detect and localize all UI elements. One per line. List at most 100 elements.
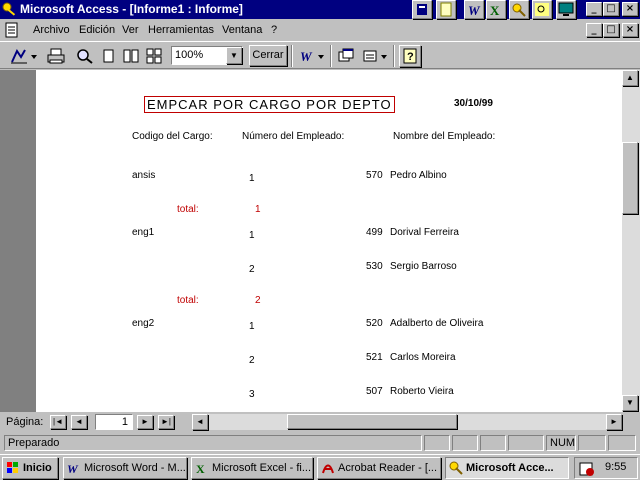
title-bar[interactable]: Microsoft Access - [Informe1 : Informe] … <box>0 0 640 19</box>
menu-ver[interactable]: Ver <box>122 24 139 36</box>
help-icon[interactable]: ? <box>399 45 421 67</box>
row-name: Roberto Vieira <box>390 386 454 397</box>
group-cargo: ansis <box>132 170 156 181</box>
toolbar-separator <box>393 45 395 67</box>
row-number: 520 <box>366 318 383 329</box>
first-page-button[interactable]: |◄ <box>50 415 66 429</box>
excel-icon[interactable]: X <box>486 0 506 19</box>
scroll-down-arrow-icon[interactable]: ▼ <box>622 395 638 411</box>
row-seq: 2 <box>249 355 255 366</box>
zoom-magnifier-icon[interactable] <box>74 45 96 67</box>
last-page-button[interactable]: ►| <box>158 415 174 429</box>
svg-text:W: W <box>468 3 481 18</box>
scroll-left-arrow-icon[interactable]: ◄ <box>192 414 208 430</box>
toolbar-separator <box>291 45 293 67</box>
header-nombre: Nombre del Empleado: <box>393 131 496 142</box>
vertical-scrollbar[interactable]: ▲ ▼ <box>622 70 640 412</box>
total-label: total: <box>177 204 199 215</box>
page-number-input[interactable]: 1 <box>95 414 133 430</box>
chevron-down-icon[interactable]: ▼ <box>226 47 242 64</box>
scroll-right-arrow-icon[interactable]: ► <box>606 414 622 430</box>
group-cargo: eng1 <box>132 227 155 238</box>
menu-herramientas[interactable]: Herramientas <box>148 24 214 36</box>
page-navigation-bar: Página: |◄ ◄ 1 ► ►| ◄ ► <box>0 413 640 431</box>
report-date: 30/10/99 <box>454 98 493 109</box>
toolbar-separator <box>330 45 332 67</box>
scheduler-icon[interactable] <box>579 461 595 480</box>
start-label: Inicio <box>23 462 52 474</box>
notepad-icon[interactable] <box>436 0 456 19</box>
report-preview-area[interactable]: EMPCAR POR CARGO POR DEPTO 30/10/99 Codi… <box>0 70 622 412</box>
row-name: Dorival Ferreira <box>390 227 459 238</box>
report-title: EMPCAR POR CARGO POR DEPTO <box>144 96 395 113</box>
status-indicator <box>452 435 478 451</box>
row-seq: 2 <box>249 264 255 275</box>
status-indicator <box>578 435 606 451</box>
printer-icon[interactable] <box>45 45 67 67</box>
previous-page-button[interactable]: ◄ <box>71 415 87 429</box>
view-design-icon[interactable] <box>8 45 38 67</box>
task-word-label: Microsoft Word - M... <box>84 462 186 474</box>
task-access[interactable]: Microsoft Acce... <box>445 457 569 479</box>
task-word[interactable]: W Microsoft Word - M... <box>63 457 187 479</box>
vertical-scroll-thumb[interactable] <box>622 142 638 214</box>
one-page-icon[interactable] <box>97 45 119 67</box>
row-number: 530 <box>366 261 383 272</box>
group-cargo: eng2 <box>132 318 155 329</box>
row-name: Carlos Moreira <box>390 352 456 363</box>
status-indicator <box>424 435 450 451</box>
horizontal-scrollbar[interactable]: ◄ ► <box>192 414 622 430</box>
menu-edicion[interactable]: Edición <box>79 24 115 36</box>
doc-restore-button[interactable]: □ <box>603 23 619 37</box>
access-key-icon[interactable] <box>2 2 18 17</box>
page-label: Página: <box>6 416 44 428</box>
status-indicator <box>480 435 506 451</box>
header-numero: Número del Empleado: <box>242 131 345 142</box>
scroll-up-arrow-icon[interactable]: ▲ <box>622 70 638 86</box>
two-pages-icon[interactable] <box>120 45 142 67</box>
task-excel-label: Microsoft Excel - fi... <box>212 462 312 474</box>
access-key-icon <box>449 461 463 475</box>
horizontal-scroll-thumb[interactable] <box>287 414 457 429</box>
doc-close-button[interactable]: × <box>622 23 638 37</box>
total-value: 1 <box>255 204 261 215</box>
doc-minimize-button[interactable]: _ <box>586 23 602 37</box>
zoom-select[interactable]: 100% ▼ <box>171 46 243 65</box>
row-seq: 1 <box>249 173 255 184</box>
menu-ventana[interactable]: Ventana <box>222 24 262 36</box>
row-number: 499 <box>366 227 383 238</box>
office-bar-icon[interactable] <box>412 0 432 19</box>
database-window-icon[interactable] <box>335 45 357 67</box>
menu-bar: Archivo Edición Ver Herramientas Ventana… <box>0 20 640 40</box>
row-number: 521 <box>366 352 383 363</box>
close-button[interactable]: × <box>622 2 638 16</box>
monitor-icon[interactable] <box>556 0 576 19</box>
find-icon[interactable] <box>532 0 552 19</box>
task-excel[interactable]: X Microsoft Excel - fi... <box>191 457 313 479</box>
access-icon[interactable] <box>509 0 529 19</box>
total-label: total: <box>177 295 199 306</box>
row-number: 570 <box>366 170 383 181</box>
svg-text:X: X <box>490 3 500 18</box>
row-name: Sergio Barroso <box>390 261 457 272</box>
report-doc-icon[interactable] <box>3 22 21 41</box>
menu-archivo[interactable]: Archivo <box>33 24 70 36</box>
next-page-button[interactable]: ► <box>137 415 153 429</box>
taskbar: Inicio W Microsoft Word - M... X Microso… <box>0 454 640 480</box>
print-preview-toolbar: 100% ▼ Cerrar W ? <box>0 41 640 69</box>
close-preview-button[interactable]: Cerrar <box>249 45 287 66</box>
task-access-label: Microsoft Acce... <box>466 462 554 474</box>
start-button[interactable]: Inicio <box>2 457 58 479</box>
status-text: Preparado <box>4 435 422 451</box>
row-name: Pedro Albino <box>390 170 447 181</box>
office-links-icon[interactable]: W <box>297 45 327 67</box>
menu-help[interactable]: ? <box>271 24 277 36</box>
row-seq: 1 <box>249 321 255 332</box>
restore-button[interactable]: □ <box>603 2 619 16</box>
word-icon[interactable]: W <box>464 0 484 19</box>
multiple-pages-icon[interactable] <box>143 45 165 67</box>
new-object-icon[interactable] <box>360 45 390 67</box>
task-acrobat[interactable]: Acrobat Reader - [... <box>317 457 441 479</box>
minimize-button[interactable]: _ <box>586 2 602 16</box>
svg-text:W: W <box>67 462 79 475</box>
